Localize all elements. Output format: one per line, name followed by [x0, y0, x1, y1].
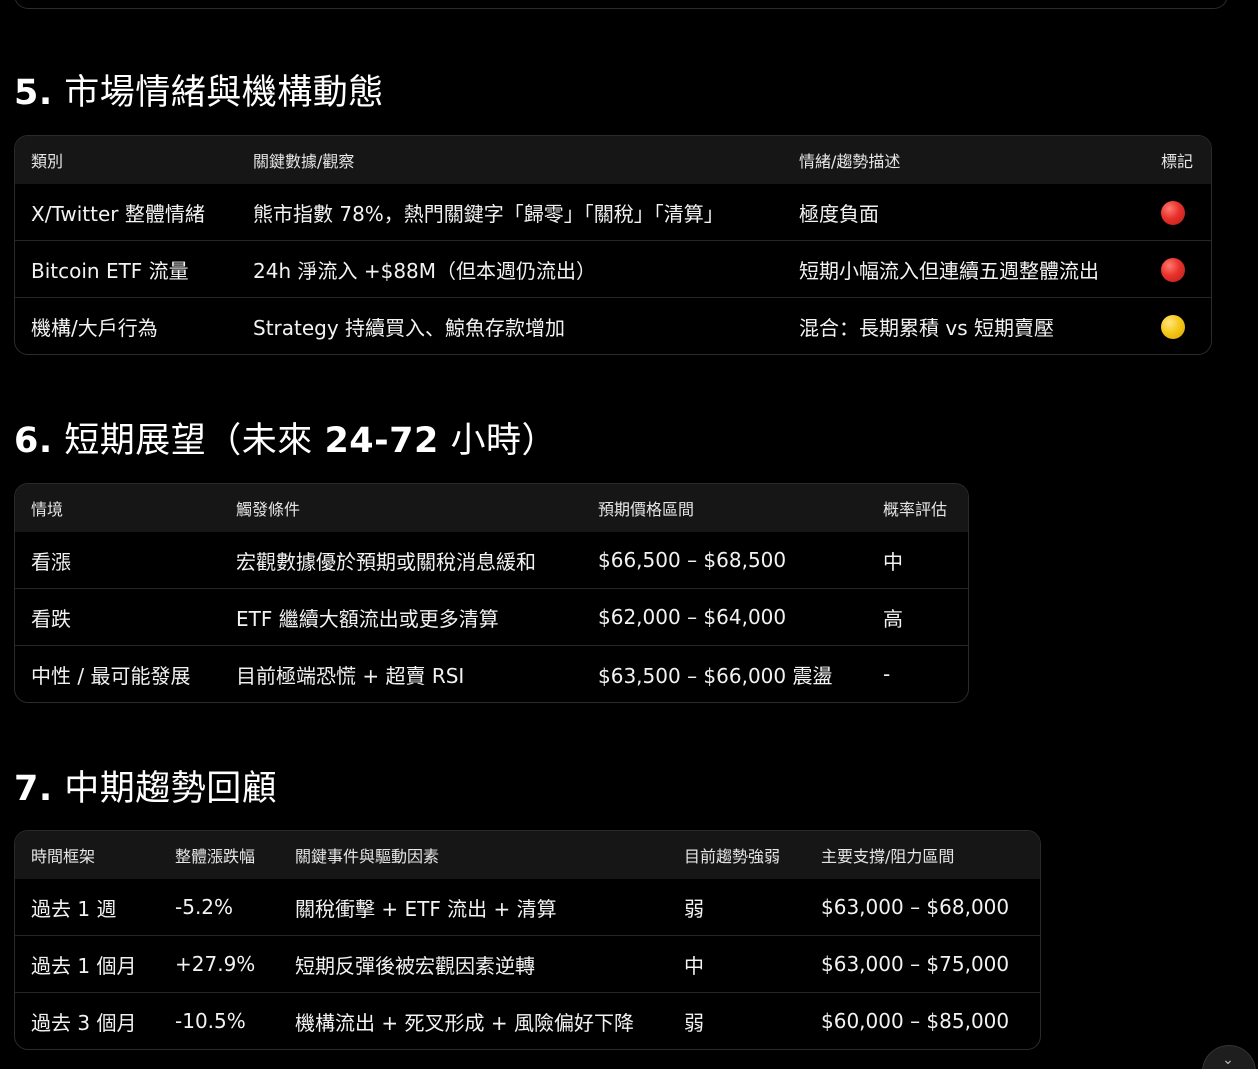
- column-header-category: 類別: [31, 152, 64, 171]
- sentiment-cell: 短期小幅流入但連續五週整體流出: [783, 240, 1145, 298]
- column-header-data: 關鍵數據/觀察: [253, 152, 355, 171]
- scenario-cell: 看漲: [31, 549, 71, 574]
- section-6-title-range: 24-72: [324, 421, 439, 461]
- strength-cell: 中: [668, 935, 805, 993]
- scroll-down-button[interactable]: ⌄: [1202, 1045, 1256, 1069]
- column-header-strength: 目前趨勢強弱: [684, 847, 781, 866]
- sentiment-cell: 極度負面: [799, 201, 879, 226]
- drivers-cell: 短期反彈後被宏觀因素逆轉: [279, 935, 668, 993]
- column-header-marker: 標記: [1161, 152, 1194, 171]
- data-cell: 熊市指數 78%，熱門關鍵字「歸零」「關稅」「清算」: [253, 201, 724, 226]
- section-5-number: 5.: [14, 73, 53, 113]
- table-row: 看漲 宏觀數據優於預期或關稅消息緩和 $66,500 – $68,500 中: [15, 532, 968, 589]
- section-7-number: 7.: [14, 769, 53, 809]
- column-header-levels: 主要支撐/阻力區間: [821, 847, 955, 866]
- marker-cell: [1145, 240, 1211, 298]
- table-header-row: 類別 關鍵數據/觀察 情緒/趨勢描述 標記: [15, 136, 1211, 184]
- section-7-heading: 7. 中期趨勢回顧: [14, 760, 277, 811]
- table-row: Bitcoin ETF 流量 24h 淨流入 +$88M（但本週仍流出） 短期小…: [15, 240, 1211, 298]
- column-header-trigger: 觸發條件: [236, 500, 301, 519]
- section-7-title: 中期趨勢回顧: [64, 769, 278, 809]
- price-range-cell: $62,000 – $64,000: [582, 588, 867, 646]
- yellow-circle-icon: [1161, 314, 1185, 339]
- category-cell: 機構/大戶行為: [15, 297, 237, 354]
- section-6-title-suffix: 小時）: [438, 421, 558, 461]
- column-header-scenario: 情境: [31, 500, 64, 519]
- chevron-down-icon: ⌄: [1222, 1052, 1236, 1068]
- trend-review-table: 時間框架 整體漲跌幅 關鍵事件與驅動因素 目前趨勢強弱 主要支撐/阻力區間 過去…: [14, 830, 1041, 1050]
- section-5-title: 市場情緒與機構動態: [64, 73, 384, 113]
- category-cell: Bitcoin ETF 流量: [15, 240, 237, 298]
- marker-cell: [1145, 297, 1211, 354]
- timeframe-cell: 過去 3 個月: [15, 992, 159, 1049]
- column-header-probability: 概率評估: [883, 500, 948, 519]
- probability-cell: -: [867, 645, 968, 702]
- drivers-cell: 關稅衝擊 + ETF 流出 + 清算: [295, 896, 557, 921]
- column-header-timeframe: 時間框架: [31, 847, 96, 866]
- scenario-cell: 看跌: [15, 588, 220, 646]
- strength-cell: 弱: [668, 992, 805, 1049]
- column-header-drivers: 關鍵事件與驅動因素: [295, 847, 440, 866]
- section-6-heading: 6. 短期展望（未來 24-72 小時）: [14, 412, 557, 463]
- strength-cell: 弱: [684, 896, 704, 921]
- data-cell: Strategy 持續買入、鯨魚存款增加: [237, 297, 783, 354]
- section-5-heading: 5. 市場情緒與機構動態: [14, 64, 384, 115]
- price-range-cell: $63,500 – $66,000 震盪: [582, 645, 867, 702]
- timeframe-cell: 過去 1 週: [31, 896, 117, 921]
- red-circle-icon: [1161, 200, 1185, 225]
- red-circle-icon: [1161, 257, 1185, 282]
- chat-response-page: 5. 市場情緒與機構動態 類別 關鍵數據/觀察 情緒/趨勢描述 標記 X/Twi…: [0, 0, 1258, 1069]
- probability-cell: 中: [883, 549, 903, 574]
- outlook-table: 情境 觸發條件 預期價格區間 概率評估 看漲 宏觀數據優於預期或關稅消息緩和 $…: [14, 483, 969, 703]
- table-row: 中性 / 最可能發展 目前極端恐慌 + 超賣 RSI $63,500 – $66…: [15, 645, 968, 702]
- previous-table-card-edge: [14, 0, 1228, 9]
- levels-cell: $63,000 – $75,000: [805, 935, 1040, 993]
- category-cell: X/Twitter 整體情緒: [31, 201, 205, 226]
- table-row: 機構/大戶行為 Strategy 持續買入、鯨魚存款增加 混合：長期累積 vs …: [15, 297, 1211, 354]
- table-row: 過去 1 個月 +27.9% 短期反彈後被宏觀因素逆轉 中 $63,000 – …: [15, 935, 1040, 993]
- table-row: 過去 3 個月 -10.5% 機構流出 + 死叉形成 + 風險偏好下降 弱 $6…: [15, 992, 1040, 1049]
- data-cell: 24h 淨流入 +$88M（但本週仍流出）: [237, 240, 783, 298]
- section-6-number: 6.: [14, 421, 53, 461]
- column-header-change: 整體漲跌幅: [175, 847, 256, 866]
- change-cell: -10.5%: [159, 992, 279, 1049]
- table-header-row: 時間框架 整體漲跌幅 關鍵事件與驅動因素 目前趨勢強弱 主要支撐/阻力區間: [15, 831, 1040, 879]
- table-row: X/Twitter 整體情緒 熊市指數 78%，熱門關鍵字「歸零」「關稅」「清算…: [15, 184, 1211, 241]
- price-range-cell: $66,500 – $68,500: [598, 548, 787, 572]
- trigger-cell: 目前極端恐慌 + 超賣 RSI: [220, 645, 582, 702]
- drivers-cell: 機構流出 + 死叉形成 + 風險偏好下降: [279, 992, 668, 1049]
- sentiment-table: 類別 關鍵數據/觀察 情緒/趨勢描述 標記 X/Twitter 整體情緒 熊市指…: [14, 135, 1212, 355]
- section-6-title: 短期展望（未來: [64, 421, 325, 461]
- change-cell: -5.2%: [175, 895, 234, 919]
- trigger-cell: ETF 繼續大額流出或更多清算: [220, 588, 582, 646]
- probability-cell: 高: [867, 588, 968, 646]
- change-cell: +27.9%: [159, 935, 279, 993]
- timeframe-cell: 過去 1 個月: [15, 935, 159, 993]
- table-row: 看跌 ETF 繼續大額流出或更多清算 $62,000 – $64,000 高: [15, 588, 968, 646]
- sentiment-cell: 混合：長期累積 vs 短期賣壓: [783, 297, 1145, 354]
- levels-cell: $60,000 – $85,000: [805, 992, 1040, 1049]
- levels-cell: $63,000 – $68,000: [821, 895, 1010, 919]
- column-header-range: 預期價格區間: [598, 500, 695, 519]
- table-header-row: 情境 觸發條件 預期價格區間 概率評估: [15, 484, 968, 532]
- trigger-cell: 宏觀數據優於預期或關稅消息緩和: [236, 549, 536, 574]
- scenario-cell: 中性 / 最可能發展: [15, 645, 220, 702]
- table-row: 過去 1 週 -5.2% 關稅衝擊 + ETF 流出 + 清算 弱 $63,00…: [15, 879, 1040, 936]
- column-header-sentiment: 情緒/趨勢描述: [799, 152, 901, 171]
- marker-cell: [1145, 184, 1211, 241]
